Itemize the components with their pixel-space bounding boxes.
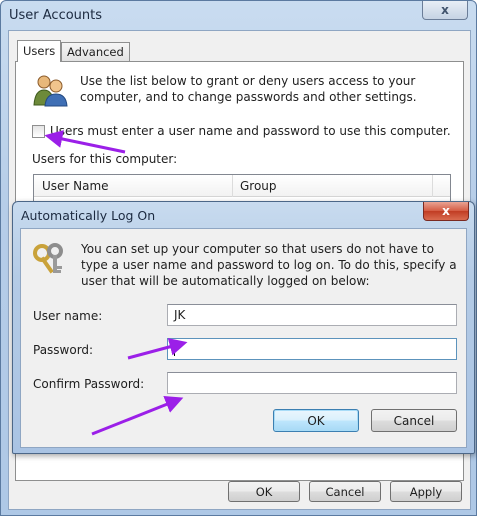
dialog-client: You can set up your computer so that use… — [20, 228, 467, 448]
intro-text: Use the list below to grant or deny user… — [80, 74, 417, 104]
users-for-label: Users for this computer: — [32, 152, 178, 166]
password-input[interactable] — [167, 338, 457, 360]
column-divider — [232, 175, 233, 197]
outer-cancel-button[interactable]: Cancel — [309, 481, 381, 502]
column-user-name[interactable]: User Name — [42, 179, 109, 193]
keys-icon — [33, 243, 63, 274]
must-enter-row[interactable]: Users must enter a user name and passwor… — [32, 124, 451, 138]
auto-logon-dialog: Automatically Log On x You can set up yo… — [12, 201, 475, 454]
list-header: User Name Group — [34, 175, 450, 197]
tab-users[interactable]: Users — [17, 40, 62, 62]
must-enter-checkbox[interactable] — [32, 124, 45, 138]
users-icon — [33, 75, 68, 107]
dialog-description: You can set up your computer so that use… — [81, 242, 457, 288]
dialog-cancel-button[interactable]: Cancel — [371, 409, 457, 432]
tab-advanced[interactable]: Advanced — [61, 42, 130, 61]
column-divider — [432, 175, 433, 197]
column-group[interactable]: Group — [240, 179, 277, 193]
text-caret — [174, 342, 175, 356]
dialog-title: Automatically Log On — [21, 208, 156, 223]
confirm-password-input[interactable] — [167, 372, 457, 394]
close-icon[interactable]: x — [422, 1, 468, 20]
password-label: Password: — [33, 343, 94, 357]
window-title: User Accounts — [9, 8, 103, 23]
confirm-password-label: Confirm Password: — [33, 377, 145, 391]
user-name-input[interactable]: JK — [167, 304, 457, 326]
outer-apply-button[interactable]: Apply — [390, 481, 462, 502]
close-icon[interactable]: x — [423, 202, 469, 221]
dialog-ok-button[interactable]: OK — [273, 409, 359, 432]
must-enter-label[interactable]: Users must enter a user name and passwor… — [50, 124, 451, 138]
user-name-label: User name: — [33, 309, 103, 323]
outer-ok-button[interactable]: OK — [228, 481, 300, 502]
